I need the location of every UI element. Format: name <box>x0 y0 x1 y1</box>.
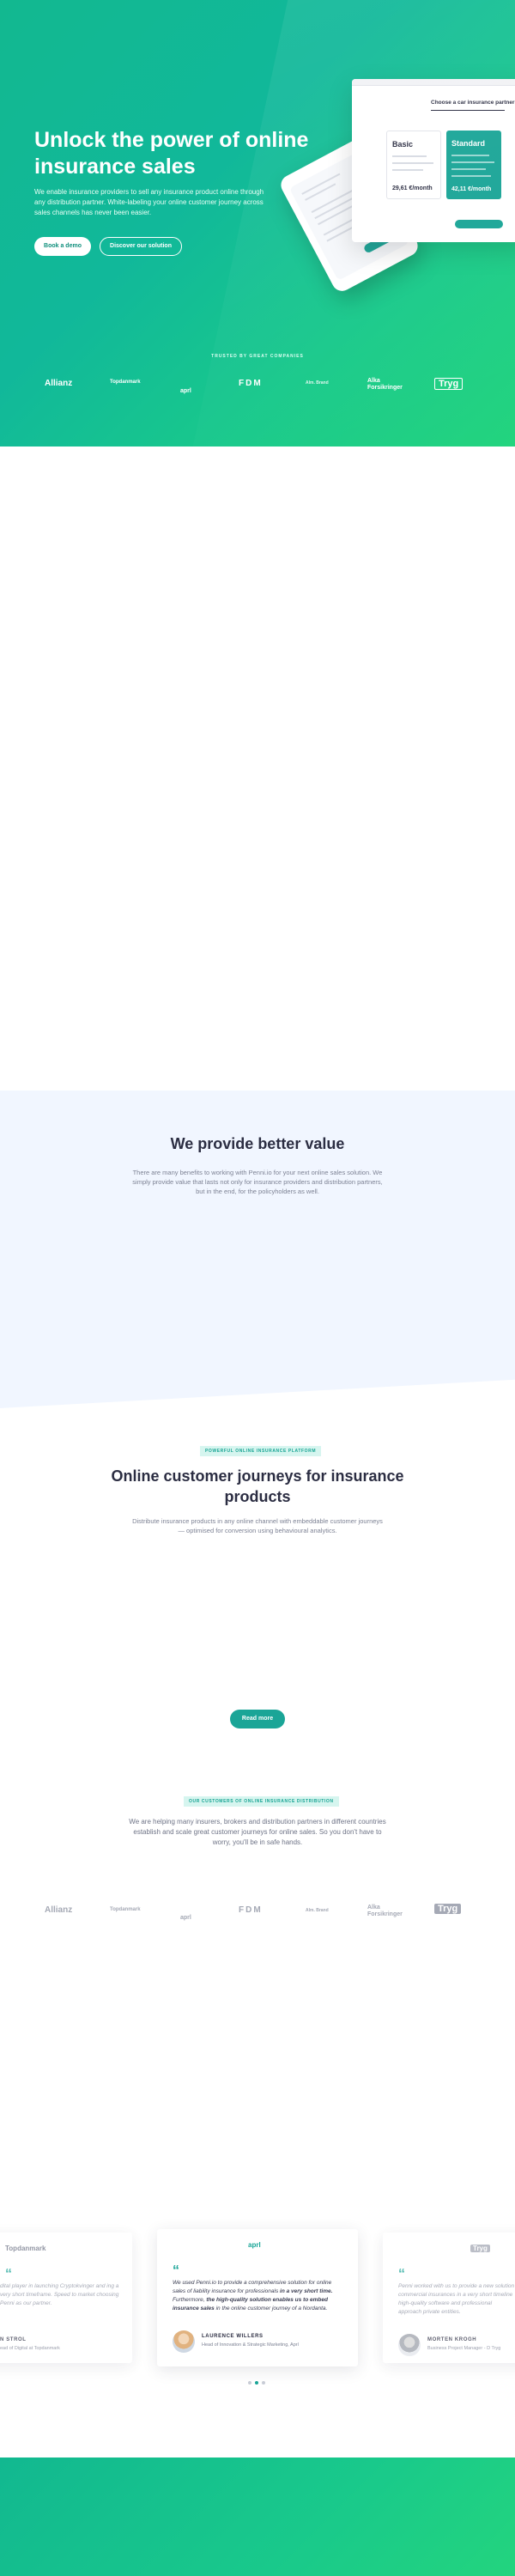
testimonial-card-center[interactable]: aprl “ We used Penni.io to provide a com… <box>157 2229 358 2366</box>
testimonial-quote: Penni worked with us to provide a new so… <box>398 2283 515 2315</box>
journeys-tag: POWERFUL ONLINE INSURANCE PLATFORM <box>200 1446 322 1456</box>
testimonial-card-left[interactable]: Topdanmark “ dital player in launching C… <box>0 2233 132 2363</box>
trusted-label: TRUSTED BY GREAT COMPANIES <box>211 354 304 359</box>
journeys-text: Distribute insurance products in any onl… <box>132 1517 383 1534</box>
plan-card-standard: Standard 42,11 €/month <box>446 131 501 199</box>
company-logo: Topdanmark <box>5 2245 46 2252</box>
browser-bar <box>352 79 515 86</box>
logo-topdanmark: Topdanmark <box>110 1907 141 1912</box>
logo-allianz: Allianz <box>45 379 73 388</box>
author-name: N STROL <box>0 2337 27 2342</box>
logo-topdanmark: Topdanmark <box>110 380 141 385</box>
author-name: LAURENCE WILLERS <box>202 2334 264 2339</box>
company-logo: Tryg <box>470 2245 490 2252</box>
journeys-title: Online customer journeys for insurance p… <box>111 1467 404 1505</box>
phone-mockup <box>277 136 421 295</box>
logo-alka: Alka Forsikringer <box>367 378 403 391</box>
carousel-dot-active[interactable] <box>255 2381 258 2385</box>
book-demo-button[interactable]: Book a demo <box>34 237 91 256</box>
hero-section: Unlock the power of online insurance sal… <box>0 0 515 447</box>
value-text: There are many benefits to working with … <box>132 1169 383 1195</box>
logo-alka: Alka Forsikringer <box>367 1905 403 1917</box>
logo-fdm: FDM <box>239 1905 263 1915</box>
logo-fdm: FDM <box>239 379 263 388</box>
plan-name: Basic <box>392 140 414 149</box>
quote-icon: “ <box>173 2263 179 2278</box>
laptop-mockup: Choose a car insurance partner Basic 29,… <box>352 79 515 242</box>
read-more-button[interactable]: Read more <box>230 1710 285 1728</box>
discover-solution-button[interactable]: Discover our solution <box>100 237 182 256</box>
testimonial-card-right[interactable]: Tryg “ Penni worked with us to provide a… <box>383 2233 515 2363</box>
customers-text: We are helping many insurers, brokers an… <box>129 1818 386 1846</box>
quote-icon: “ <box>398 2267 405 2281</box>
logo-tryg: Tryg <box>434 378 464 390</box>
carousel-dot[interactable] <box>262 2381 265 2385</box>
logo-alm-brand: Alm. Brand <box>306 380 329 386</box>
company-logo: aprl <box>248 2241 261 2249</box>
logo-aprl: aprl <box>180 1915 191 1921</box>
logo-allianz: Allianz <box>45 1905 73 1915</box>
landing-page: Unlock the power of online insurance sal… <box>0 0 515 2576</box>
testimonial-quote: We used Penni.io to provide a comprehens… <box>173 2280 333 2312</box>
plan-card-basic: Basic 29,61 €/month <box>386 131 441 199</box>
phone-screen <box>288 150 410 281</box>
plan-price: 29,61 €/month <box>392 185 433 191</box>
plan-price: 42,11 €/month <box>451 186 492 192</box>
avatar <box>173 2330 195 2353</box>
carousel-dots <box>248 2381 269 2386</box>
avatar <box>398 2334 421 2356</box>
carousel-dot[interactable] <box>248 2381 251 2385</box>
author-role: Head of Innovation & Strategic Marketing… <box>202 2342 299 2348</box>
plan-name: Standard <box>451 139 486 148</box>
logo-alm-brand: Alm. Brand <box>306 1908 329 1913</box>
hero-title: Unlock the power of online insurance sal… <box>34 128 309 179</box>
author-name: MORTEN KROGH <box>427 2337 477 2342</box>
logo-tryg: Tryg <box>434 1904 462 1914</box>
customers-tag: OUR CUSTOMERS OF ONLINE INSURANCE DISTRI… <box>184 1796 339 1807</box>
mockup-continue-button <box>455 220 503 228</box>
testimonial-quote: dital player in launching Cryptokvinger … <box>0 2283 119 2306</box>
logo-aprl: aprl <box>180 388 191 394</box>
mockup-title: Choose a car insurance partner <box>431 100 515 106</box>
author-role: ead of Digital at Topdanmark <box>0 2346 60 2351</box>
hero-subtitle: We enable insurance providers to sell an… <box>34 188 264 216</box>
author-role: Business Project Manager - D Tryg <box>427 2346 501 2351</box>
quote-icon: “ <box>5 2267 12 2281</box>
footer-cta-band <box>0 2458 515 2576</box>
value-title: We provide better value <box>170 1135 345 1152</box>
